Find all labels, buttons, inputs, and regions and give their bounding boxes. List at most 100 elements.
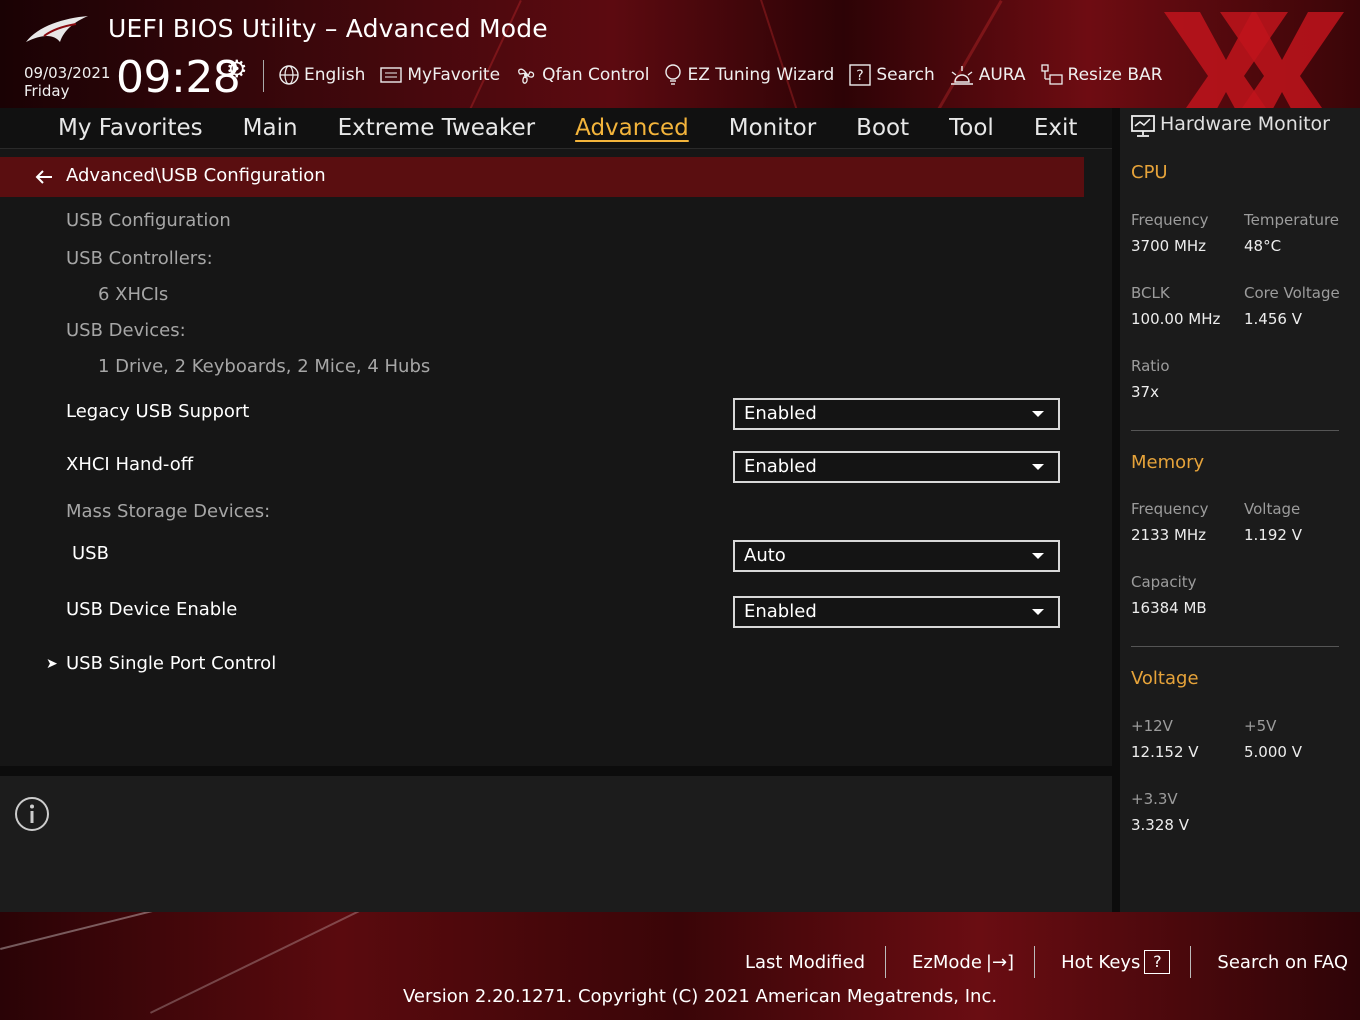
resize-bar-icon	[1040, 64, 1063, 85]
tab-monitor[interactable]: Monitor	[729, 115, 816, 141]
legacy-usb-support-value: Enabled	[744, 403, 817, 424]
ezmode-button[interactable]: EzMode |→]	[912, 952, 1014, 973]
v5-label: +5V	[1244, 717, 1277, 735]
legacy-usb-support-select[interactable]: Enabled	[733, 398, 1060, 430]
caret-down-icon	[1032, 464, 1044, 470]
tab-main[interactable]: Main	[243, 115, 298, 141]
last-modified-button[interactable]: Last Modified	[745, 952, 865, 973]
voltage-heading: Voltage	[1131, 668, 1199, 689]
favorite-list-icon	[380, 67, 403, 83]
xhci-handoff-select[interactable]: Enabled	[733, 451, 1060, 483]
gear-icon[interactable]: ⚙	[226, 55, 248, 83]
ratio-label: Ratio	[1131, 357, 1170, 375]
memory-voltage-value: 1.192 V	[1244, 526, 1302, 544]
tab-boot[interactable]: Boot	[856, 115, 909, 141]
core-voltage-label: Core Voltage	[1244, 284, 1340, 302]
xhci-handoff-value: Enabled	[744, 456, 817, 477]
info-icon	[15, 797, 49, 831]
app-title: UEFI BIOS Utility – Advanced Mode	[108, 14, 548, 43]
hot-keys-button[interactable]: Hot Keys ?	[1061, 950, 1171, 974]
hot-keys-label: Hot Keys	[1061, 951, 1141, 973]
usb-storage-select[interactable]: Auto	[733, 540, 1060, 572]
usb-device-enable-value: Enabled	[744, 601, 817, 622]
clock-display: 09:28	[116, 52, 241, 103]
hardware-monitor-panel: Hardware Monitor CPU Frequency Temperatu…	[1120, 108, 1360, 912]
usb-single-port-control-link[interactable]: USB Single Port Control	[66, 653, 276, 674]
usb-devices-label: USB Devices:	[66, 320, 186, 341]
memory-frequency-label: Frequency	[1131, 500, 1209, 518]
caret-down-icon	[1032, 411, 1044, 417]
footer-links: Last Modified EzMode |→] Hot Keys ? Sear…	[745, 946, 1348, 978]
resize-bar-label: Resize BAR	[1067, 65, 1163, 85]
question-box-icon: ?	[849, 64, 872, 86]
v12-value: 12.152 V	[1131, 743, 1199, 761]
breadcrumb: Advanced\USB Configuration	[0, 157, 1084, 197]
memory-capacity-label: Capacity	[1131, 573, 1197, 591]
tab-advanced[interactable]: Advanced	[575, 115, 689, 141]
question-box-icon: ?	[1144, 950, 1171, 974]
usb-storage-value: Auto	[744, 545, 786, 566]
cpu-frequency-value: 3700 MHz	[1131, 237, 1207, 255]
header-divider	[263, 60, 264, 92]
v33-value: 3.328 V	[1131, 816, 1189, 834]
exit-arrow-icon: |→]	[985, 951, 1015, 973]
search-on-faq-button[interactable]: Search on FAQ	[1217, 952, 1348, 973]
aura-button[interactable]: AURA	[949, 64, 1026, 86]
day-display: Friday	[24, 82, 70, 100]
footer-divider	[1190, 946, 1192, 978]
monitor-icon	[1131, 115, 1155, 137]
svg-text:?: ?	[857, 68, 864, 84]
ez-tuning-wizard-button[interactable]: EZ Tuning Wizard	[663, 63, 834, 87]
language-label: English	[304, 65, 366, 85]
resize-bar-button[interactable]: Resize BAR	[1040, 63, 1163, 87]
settings-panel: Advanced\USB Configuration USB Configura…	[0, 149, 1112, 766]
memory-capacity-value: 16384 MB	[1131, 599, 1207, 617]
back-arrow-icon[interactable]	[34, 167, 54, 187]
fan-icon	[518, 68, 535, 84]
rog-logo-icon	[26, 16, 88, 42]
cpu-temperature-value: 48°C	[1244, 237, 1282, 255]
hardware-monitor-title: Hardware Monitor	[1160, 113, 1330, 135]
tab-my-favorites[interactable]: My Favorites	[58, 115, 203, 141]
globe-icon	[279, 65, 299, 85]
core-voltage-value: 1.456 V	[1244, 310, 1302, 328]
search-label: Search	[876, 65, 935, 85]
memory-frequency-value: 2133 MHz	[1131, 526, 1207, 544]
breadcrumb-path: Advanced\USB Configuration	[66, 165, 326, 186]
caret-down-icon	[1032, 609, 1044, 615]
ezmode-label: EzMode	[912, 951, 982, 973]
section-divider	[1131, 646, 1339, 647]
aura-light-icon	[950, 66, 973, 85]
lightbulb-icon	[665, 64, 682, 85]
cpu-heading: CPU	[1131, 162, 1168, 183]
v33-label: +3.3V	[1131, 790, 1178, 808]
usb-device-enable-select[interactable]: Enabled	[733, 596, 1060, 628]
bclk-value: 100.00 MHz	[1131, 310, 1221, 328]
date-display: 09/03/2021	[24, 64, 111, 82]
legacy-usb-support-label: Legacy USB Support	[66, 401, 250, 422]
footer-divider	[1034, 946, 1036, 978]
tab-tool[interactable]: Tool	[949, 115, 994, 141]
ratio-value: 37x	[1131, 383, 1159, 401]
usb-devices-value: 1 Drive, 2 Keyboards, 2 Mice, 4 Hubs	[98, 356, 431, 377]
qfan-control-button[interactable]: Qfan Control	[514, 64, 649, 86]
background-streak	[150, 912, 385, 1014]
language-button[interactable]: English	[278, 64, 365, 86]
usb-storage-label: USB	[72, 543, 109, 564]
chevron-right-icon: ➤	[46, 656, 58, 672]
memory-heading: Memory	[1131, 452, 1205, 473]
xhci-handoff-label: XHCI Hand-off	[66, 454, 194, 475]
search-button[interactable]: ? Search	[848, 64, 935, 86]
version-copyright: Version 2.20.1271. Copyright (C) 2021 Am…	[403, 986, 998, 1007]
myfavorite-button[interactable]: MyFavorite	[379, 65, 500, 85]
memory-voltage-label: Voltage	[1244, 500, 1301, 518]
mass-storage-devices-label: Mass Storage Devices:	[66, 501, 271, 522]
tab-exit[interactable]: Exit	[1034, 115, 1078, 141]
tab-extreme-tweaker[interactable]: Extreme Tweaker	[338, 115, 536, 141]
cpu-frequency-label: Frequency	[1131, 211, 1209, 229]
background-streak	[0, 912, 234, 950]
usb-configuration-heading: USB Configuration	[66, 210, 231, 231]
usb-controllers-label: USB Controllers:	[66, 248, 213, 269]
main-nav-tabs: My Favorites Main Extreme Tweaker Advanc…	[0, 108, 1112, 148]
caret-down-icon	[1032, 553, 1044, 559]
